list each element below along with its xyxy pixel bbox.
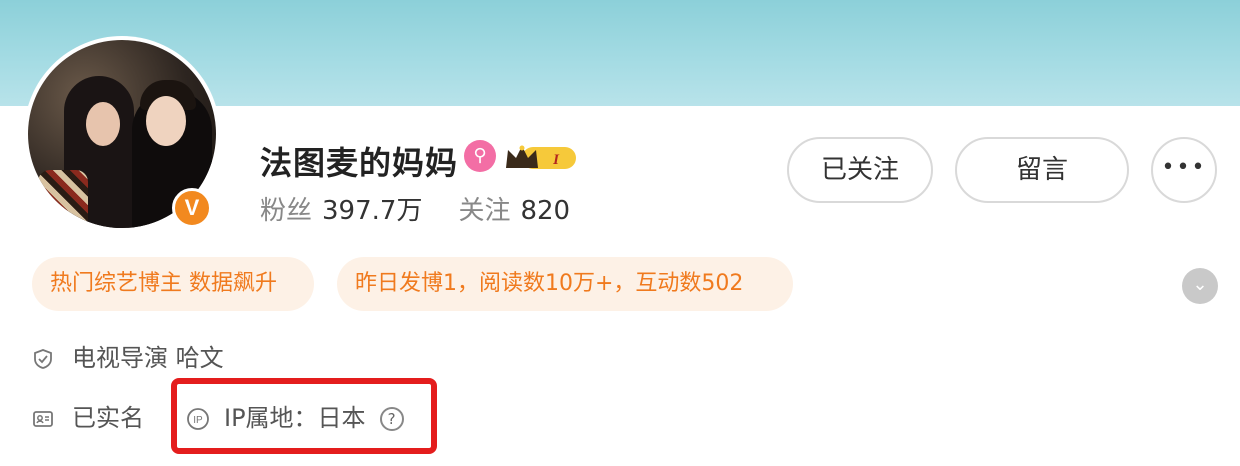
chevron-down-icon[interactable]: ⌄: [1182, 268, 1218, 304]
highlight-box: [171, 378, 437, 454]
pink-membership-icon[interactable]: ⚲: [464, 140, 496, 172]
realname-row: 已实名: [32, 398, 144, 433]
fans-label: 粉丝: [260, 196, 313, 226]
id-card-icon: [33, 411, 53, 427]
profile-stats: 粉丝 397.7万 关注 820: [260, 190, 606, 227]
occupation-text: 电视导演 哈文: [72, 344, 224, 372]
verified-icon: V: [172, 188, 212, 228]
following-count[interactable]: 820: [520, 196, 570, 226]
followed-button[interactable]: 已关注: [787, 137, 933, 203]
occupation-row: 电视导演 哈文: [32, 338, 224, 373]
level-number: I: [552, 152, 560, 168]
following-label: 关注: [458, 196, 511, 226]
hot-variety-tag[interactable]: 热门综艺博主 数据飙升: [32, 257, 314, 311]
crown-level-icon[interactable]: I: [504, 142, 578, 172]
profile-name: 法图麦的妈妈: [260, 144, 459, 182]
fans-count[interactable]: 397.7万: [322, 196, 422, 226]
shield-icon: [34, 349, 52, 369]
message-button[interactable]: 留言: [955, 137, 1129, 203]
daily-stats-tag[interactable]: 昨日发博1，阅读数10万+，互动数502: [337, 257, 793, 311]
more-options-button[interactable]: •••: [1151, 137, 1217, 203]
realname-text: 已实名: [72, 404, 144, 432]
